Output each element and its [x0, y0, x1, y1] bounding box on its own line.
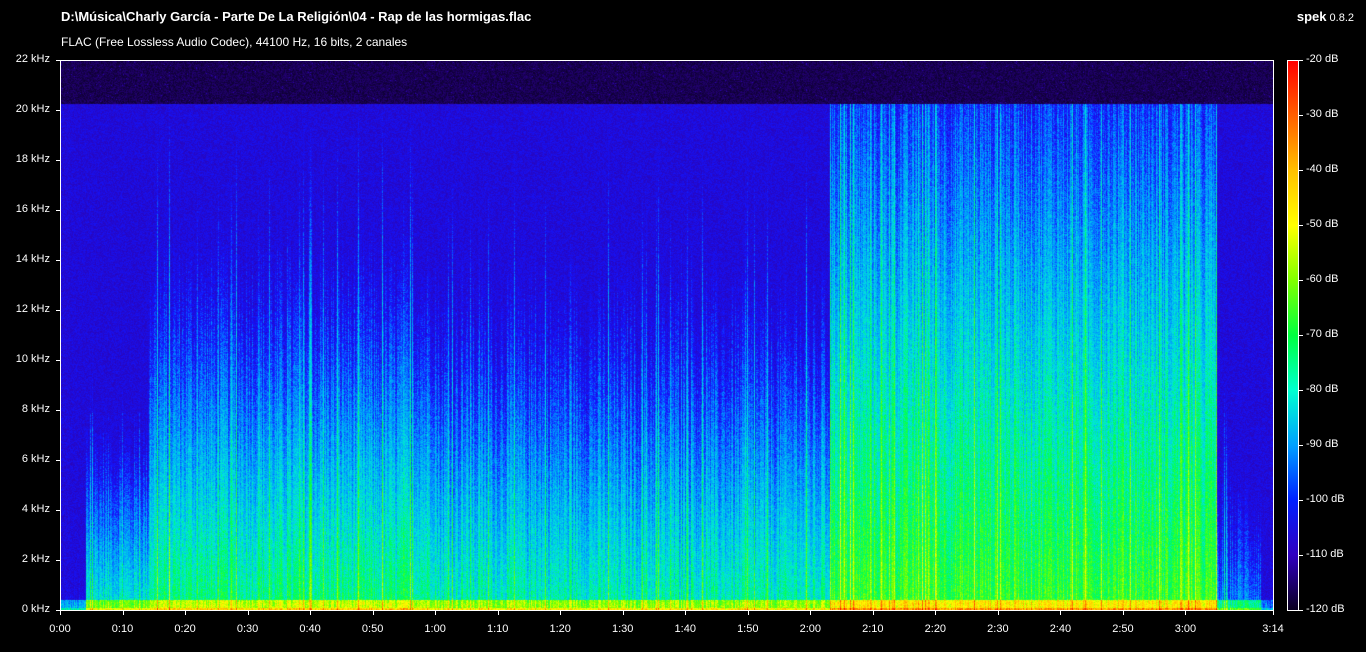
db-tick: [1299, 280, 1303, 281]
x-tick: [872, 611, 874, 615]
y-tick: [56, 560, 60, 561]
db-tick-label: -50 dB: [1306, 218, 1339, 230]
codec-info: FLAC (Free Lossless Audio Codec), 44100 …: [61, 35, 408, 49]
db-tick-label: -40 dB: [1306, 163, 1339, 175]
x-tick-label: 0:00: [49, 623, 71, 635]
x-tick-label: 2:10: [862, 623, 884, 635]
x-tick-label: 2:30: [987, 623, 1009, 635]
db-tick-label: -90 dB: [1306, 438, 1339, 450]
y-tick-label: 10 kHz: [15, 353, 50, 365]
db-tick-label: -100 dB: [1306, 493, 1345, 505]
y-tick-label: 6 kHz: [21, 453, 50, 465]
x-tick: [1122, 611, 1124, 615]
db-tick: [1299, 170, 1303, 171]
x-tick-label: 1:40: [674, 623, 696, 635]
x-tick-label: 1:10: [486, 623, 509, 635]
db-tick: [1299, 445, 1303, 446]
y-tick-label: 14 kHz: [15, 253, 50, 265]
y-tick: [56, 360, 60, 361]
y-tick: [56, 460, 60, 461]
y-tick-label: 2 kHz: [21, 553, 50, 565]
x-tick-label: 2:40: [1049, 623, 1072, 635]
y-tick: [56, 110, 60, 111]
x-tick: [497, 611, 499, 615]
db-tick-label: -30 dB: [1306, 108, 1339, 120]
db-tick: [1299, 225, 1303, 226]
db-tick: [1299, 610, 1303, 611]
x-tick: [747, 611, 749, 615]
x-tick: [372, 611, 374, 615]
app-brand: spek 0.8.2: [1297, 9, 1354, 24]
x-tick-label: 1:30: [612, 623, 634, 635]
y-tick: [56, 210, 60, 211]
x-tick-label: 0:10: [111, 623, 134, 635]
x-tick: [185, 611, 187, 615]
y-tick-label: 12 kHz: [15, 303, 50, 315]
x-tick: [1060, 611, 1062, 615]
spectrogram-canvas: [61, 61, 1273, 610]
y-tick-label: 22 kHz: [15, 53, 50, 65]
y-tick: [56, 410, 60, 411]
x-tick-label: 2:00: [799, 623, 821, 635]
x-tick: [997, 611, 999, 615]
db-tick: [1299, 335, 1303, 336]
y-tick-label: 8 kHz: [21, 403, 50, 415]
db-tick: [1299, 60, 1303, 61]
x-tick: [935, 611, 937, 615]
x-tick: [810, 611, 812, 615]
db-tick-label: -120 dB: [1306, 603, 1345, 615]
x-tick-label: 1:20: [549, 623, 571, 635]
x-tick: [1185, 611, 1187, 615]
x-tick: [560, 611, 562, 615]
x-tick: [310, 611, 312, 615]
x-tick-label: 0:30: [236, 623, 259, 635]
x-tick: [60, 611, 61, 615]
db-tick: [1299, 555, 1303, 556]
x-tick: [122, 611, 124, 615]
y-tick: [56, 310, 60, 311]
x-tick: [435, 611, 437, 615]
y-tick-label: 20 kHz: [15, 103, 50, 115]
x-tick-label: 2:20: [924, 623, 947, 635]
db-tick-label: -20 dB: [1306, 53, 1339, 65]
x-tick-label: 1:50: [737, 623, 759, 635]
y-tick: [56, 510, 60, 511]
db-tick-label: -70 dB: [1306, 328, 1339, 340]
x-tick: [247, 611, 249, 615]
x-tick-label: 2:50: [1112, 623, 1134, 635]
x-tick-label: 0:20: [174, 623, 196, 635]
app-version: 0.8.2: [1329, 12, 1354, 24]
y-tick: [56, 260, 60, 261]
db-colorbar: [1287, 60, 1299, 611]
y-tick-label: 4 kHz: [21, 503, 50, 515]
db-tick: [1299, 390, 1303, 391]
spectrogram-plot: [60, 60, 1274, 611]
db-tick-label: -110 dB: [1306, 548, 1344, 560]
app-name: spek: [1296, 9, 1327, 24]
x-tick: [1273, 611, 1274, 615]
db-tick-label: -60 dB: [1306, 273, 1339, 285]
y-tick-label: 18 kHz: [15, 153, 50, 165]
y-tick: [56, 160, 60, 161]
x-tick-label: 0:50: [361, 623, 384, 635]
db-tick: [1299, 115, 1303, 116]
x-tick-label: 0:40: [299, 623, 321, 635]
db-tick: [1299, 500, 1303, 501]
db-tick-label: -80 dB: [1306, 383, 1339, 395]
y-tick-label: 16 kHz: [15, 203, 50, 215]
x-tick-label: 1:00: [424, 623, 446, 635]
x-tick-label: 3:14: [1262, 623, 1284, 635]
y-tick: [56, 60, 60, 61]
x-tick: [685, 611, 687, 615]
x-tick-label: 3:00: [1174, 623, 1197, 635]
y-tick-label: 0 kHz: [21, 603, 50, 615]
x-tick: [622, 611, 624, 615]
file-path-title: D:\Música\Charly García - Parte De La Re…: [61, 9, 532, 24]
